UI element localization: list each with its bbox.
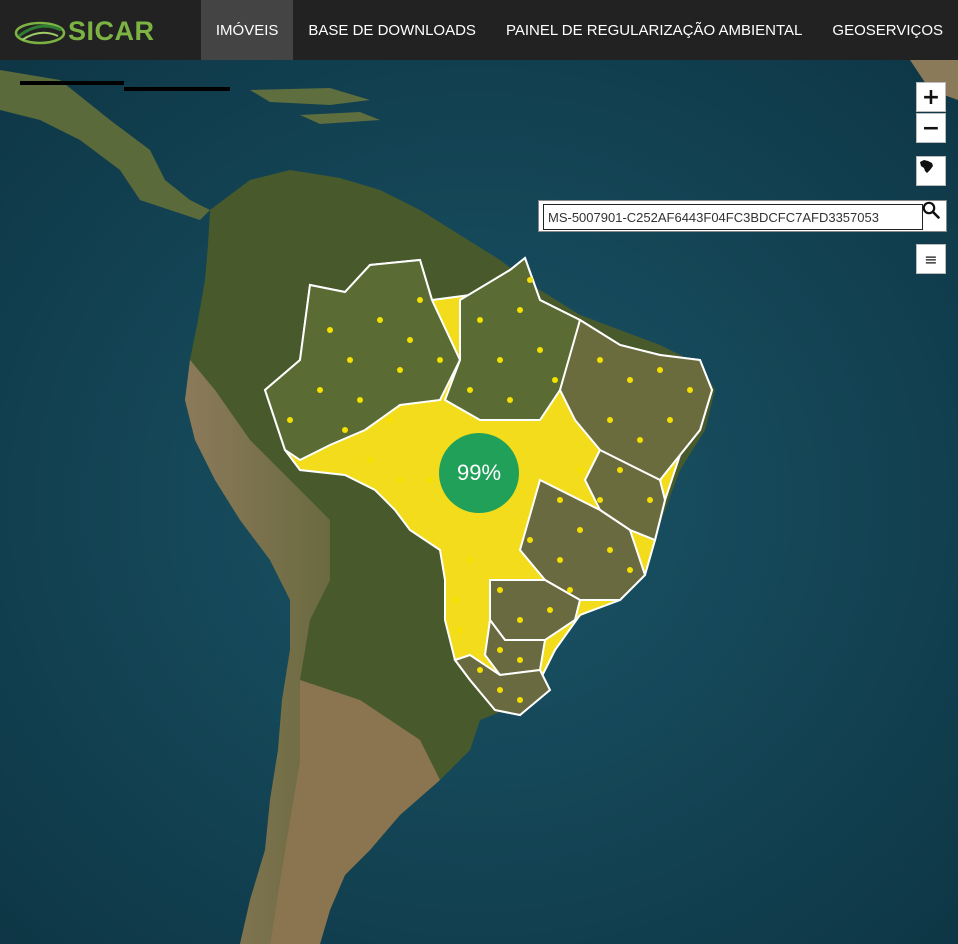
top-navbar: SICAR IMÓVEIS BASE DE DOWNLOADS PAINEL D… (0, 0, 958, 60)
zoom-in-button[interactable]: + (916, 82, 946, 112)
map-viewport[interactable]: + − ≡ 99% (0, 60, 958, 944)
sicar-logo-icon (14, 21, 66, 45)
brazil-extent-button[interactable] (916, 156, 946, 186)
scale-bar (20, 81, 230, 91)
car-search-input[interactable] (543, 204, 923, 230)
sicar-logo[interactable]: SICAR (14, 14, 155, 48)
nav-item-base-de-downloads[interactable]: BASE DE DOWNLOADS (293, 0, 491, 60)
nav-item-geoservicos[interactable]: GEOSERVIÇOS (817, 0, 958, 60)
main-nav: IMÓVEIS BASE DE DOWNLOADS PAINEL DE REGU… (200, 0, 958, 60)
zoom-out-button[interactable]: − (916, 113, 946, 143)
loading-progress-cluster: 99% (439, 433, 519, 513)
search-button[interactable] (922, 201, 946, 231)
nav-item-painel-regularizacao[interactable]: PAINEL DE REGULARIZAÇÃO AMBIENTAL (491, 0, 817, 60)
search-icon (922, 201, 940, 219)
zoom-out-icon: − (921, 115, 941, 141)
car-search-box (538, 200, 947, 232)
progress-label: 99% (456, 460, 502, 485)
brazil-map-icon (920, 160, 933, 173)
logo-text: SICAR (68, 15, 155, 46)
layers-icon: ≡ (924, 249, 938, 269)
nav-item-imoveis[interactable]: IMÓVEIS (200, 0, 294, 60)
zoom-in-icon: + (921, 84, 941, 110)
layers-button[interactable]: ≡ (916, 244, 946, 274)
